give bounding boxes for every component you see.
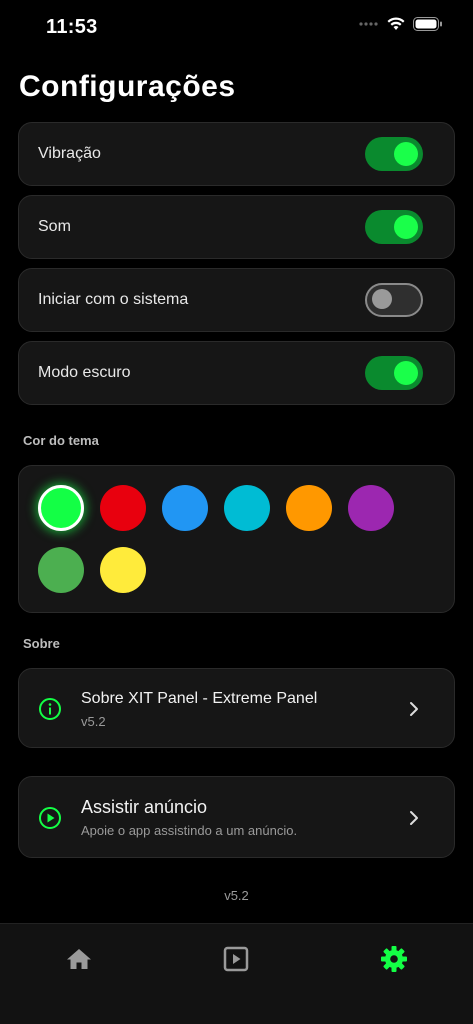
toggle-knob xyxy=(372,289,392,309)
setting-dark-mode: Modo escuro xyxy=(18,341,455,405)
home-icon xyxy=(67,949,91,969)
gear-icon xyxy=(381,946,407,972)
about-app-item[interactable]: Sobre XIT Panel - Extreme Panel v5.2 xyxy=(18,668,455,748)
color-swatch-yellow[interactable] xyxy=(100,547,146,593)
setting-sound: Som xyxy=(18,195,455,259)
toggle-knob xyxy=(394,142,418,166)
watch-ad-item[interactable]: Assistir anúncio Apoie o app assistindo … xyxy=(18,776,455,858)
theme-color-palette xyxy=(18,465,455,613)
about-header: Sobre xyxy=(23,636,60,651)
info-icon xyxy=(39,698,61,720)
status-time: 11:53 xyxy=(46,16,98,38)
setting-start-with-system: Iniciar com o sistema xyxy=(18,268,455,332)
cellular-signal-icon xyxy=(359,22,378,26)
status-icons xyxy=(359,17,443,31)
watch-ad-subtitle: Apoie o app assistindo a um anúncio. xyxy=(81,823,298,838)
chevron-right-icon xyxy=(410,811,418,825)
battery-icon xyxy=(413,17,442,31)
bottom-navigation xyxy=(0,923,473,1024)
page-title: Configurações xyxy=(19,70,236,103)
color-swatch-blue[interactable] xyxy=(162,485,208,531)
about-app-version: v5.2 xyxy=(81,714,106,729)
color-swatch-purple[interactable] xyxy=(348,485,394,531)
play-square-icon xyxy=(223,946,249,972)
start-with-system-toggle[interactable] xyxy=(365,283,423,317)
footer-version: v5.2 xyxy=(224,888,249,903)
color-swatch-cyan[interactable] xyxy=(224,485,270,531)
toggle-knob xyxy=(394,215,418,239)
setting-label-vibration: Vibração xyxy=(38,145,101,162)
setting-label-start-with-system: Iniciar com o sistema xyxy=(38,291,189,308)
wifi-icon xyxy=(387,17,405,30)
watch-ad-title: Assistir anúncio xyxy=(81,797,208,817)
color-swatch-red[interactable] xyxy=(100,485,146,531)
dark-mode-toggle[interactable] xyxy=(365,356,423,390)
color-swatch-green[interactable] xyxy=(38,485,84,531)
about-app-title: Sobre XIT Panel - Extreme Panel xyxy=(81,690,318,707)
setting-vibration: Vibração xyxy=(18,122,455,186)
color-swatch-orange[interactable] xyxy=(286,485,332,531)
sound-toggle[interactable] xyxy=(365,210,423,244)
color-swatch-light-green[interactable] xyxy=(38,547,84,593)
play-circle-icon xyxy=(39,807,61,829)
vibration-toggle[interactable] xyxy=(365,137,423,171)
toggle-knob xyxy=(394,361,418,385)
theme-color-header: Cor do tema xyxy=(23,433,99,448)
nav-media[interactable] xyxy=(219,942,253,976)
setting-label-dark-mode: Modo escuro xyxy=(38,364,131,381)
nav-settings[interactable] xyxy=(377,942,411,976)
status-bar: 11:53 xyxy=(0,0,473,56)
chevron-right-icon xyxy=(410,702,418,716)
nav-home[interactable] xyxy=(62,942,96,976)
setting-label-sound: Som xyxy=(38,218,71,235)
